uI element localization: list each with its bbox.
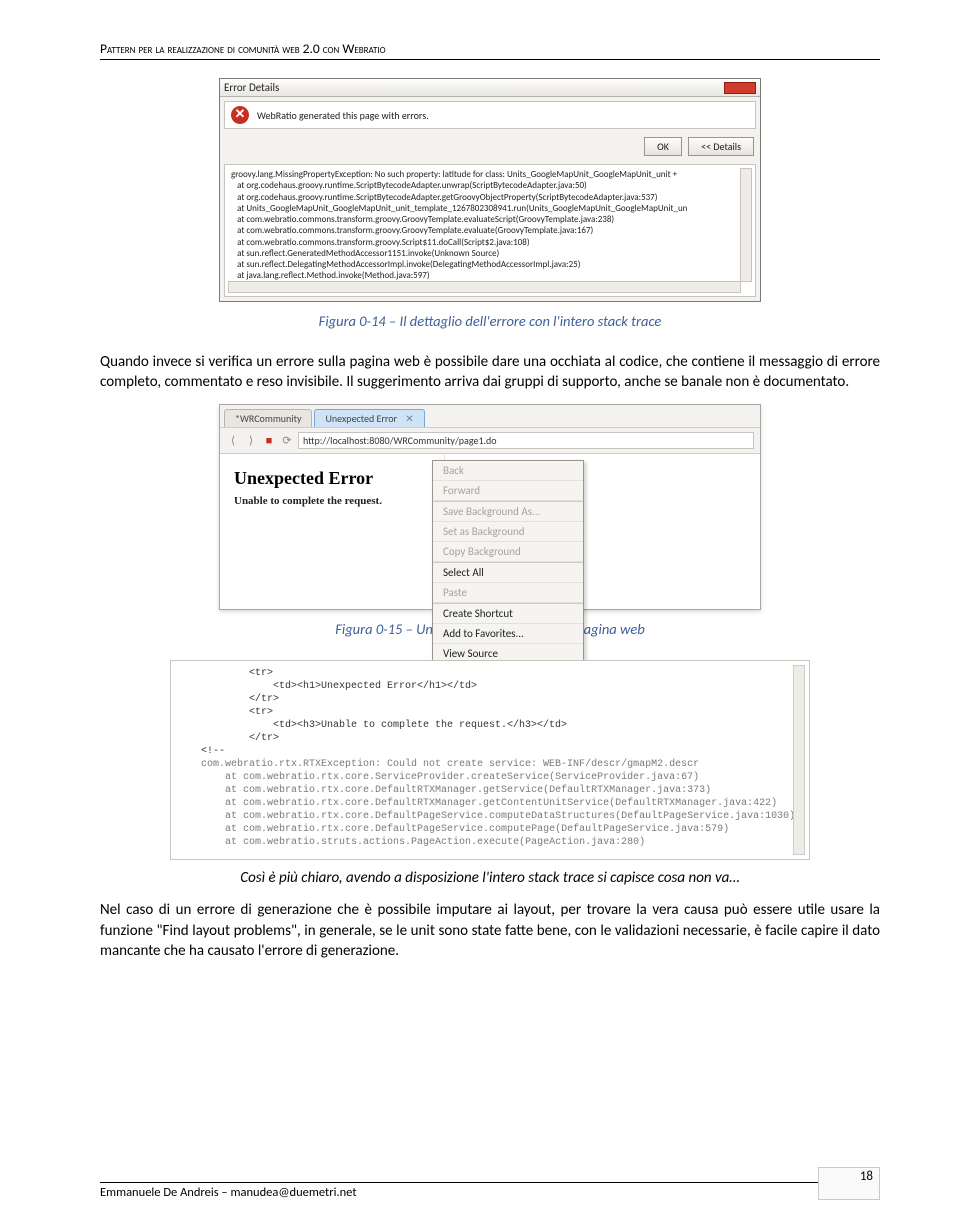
context-menu: Back Forward Save Background As... Set a… bbox=[432, 460, 584, 665]
menu-add-favorites[interactable]: Add to Favorites... bbox=[433, 624, 583, 644]
menu-create-shortcut[interactable]: Create Shortcut bbox=[433, 604, 583, 624]
tab-unexpected-error[interactable]: Unexpected Error ✕ bbox=[314, 409, 424, 427]
paragraph-1: Quando invece si verifica un errore sull… bbox=[100, 352, 880, 393]
scrollbar-vertical[interactable] bbox=[793, 665, 805, 855]
figure-1-caption: Figura 0-14 – Il dettaglio dell'errore c… bbox=[100, 312, 880, 330]
browser-window: *WRCommunity Unexpected Error ✕ ⟨ ⟩ ■ ⟳ … bbox=[219, 404, 761, 610]
figure-2: *WRCommunity Unexpected Error ✕ ⟨ ⟩ ■ ⟳ … bbox=[100, 404, 880, 610]
scrollbar-vertical[interactable] bbox=[740, 168, 752, 282]
stop-icon[interactable]: ■ bbox=[262, 434, 276, 448]
forward-icon[interactable]: ⟩ bbox=[244, 434, 258, 448]
address-bar[interactable]: http://localhost:8080/WRCommunity/page1.… bbox=[298, 432, 754, 449]
window-title: Error Details bbox=[224, 81, 279, 94]
error-message: WebRatio generated this page with errors… bbox=[257, 109, 429, 122]
figure-1: Error Details ✕ WebRatio generated this … bbox=[100, 78, 880, 302]
menu-back: Back bbox=[433, 461, 583, 481]
menu-paste: Paste bbox=[433, 583, 583, 603]
tab-close-icon[interactable]: ✕ bbox=[405, 412, 413, 425]
html-snippet: <tr> <td><h1>Unexpected Error</h1></td> … bbox=[201, 668, 567, 757]
back-icon[interactable]: ⟨ bbox=[226, 434, 240, 448]
comment-block: com.webratio.rtx.RTXException: Could not… bbox=[201, 759, 795, 848]
page-footer: Emmanuele De Andreis – manudea@duemetri.… bbox=[100, 1182, 880, 1200]
page-title: Unexpected Error bbox=[234, 468, 434, 489]
paragraph-3: Nel caso di un errore di generazione che… bbox=[100, 900, 880, 961]
page-header: Pattern per la realizzazione di comunità… bbox=[100, 40, 880, 60]
error-icon: ✕ bbox=[231, 106, 249, 124]
source-view: <tr> <td><h1>Unexpected Error</h1></td> … bbox=[170, 660, 810, 860]
page-number: 18 bbox=[818, 1167, 880, 1200]
close-icon[interactable] bbox=[724, 82, 756, 94]
tab-wrcommunity[interactable]: *WRCommunity bbox=[224, 409, 312, 427]
menu-select-all[interactable]: Select All bbox=[433, 563, 583, 583]
refresh-icon[interactable]: ⟳ bbox=[280, 434, 294, 448]
menu-save-background: Save Background As... bbox=[433, 502, 583, 522]
footer-author: Emmanuele De Andreis – manudea@duemetri.… bbox=[100, 1185, 357, 1200]
details-button[interactable]: << Details bbox=[688, 137, 754, 156]
paragraph-2: Così è più chiaro, avendo a disposizione… bbox=[100, 868, 880, 888]
figure-3: <tr> <td><h1>Unexpected Error</h1></td> … bbox=[100, 660, 880, 860]
stack-trace-box: groovy.lang.MissingPropertyException: No… bbox=[224, 164, 756, 297]
scrollbar-horizontal[interactable] bbox=[228, 281, 741, 293]
menu-set-background: Set as Background bbox=[433, 522, 583, 542]
error-details-window: Error Details ✕ WebRatio generated this … bbox=[219, 78, 761, 302]
menu-forward: Forward bbox=[433, 481, 583, 501]
ok-button[interactable]: OK bbox=[644, 137, 682, 156]
menu-copy-background: Copy Background bbox=[433, 542, 583, 562]
page-subtitle: Unable to complete the request. bbox=[234, 495, 434, 507]
